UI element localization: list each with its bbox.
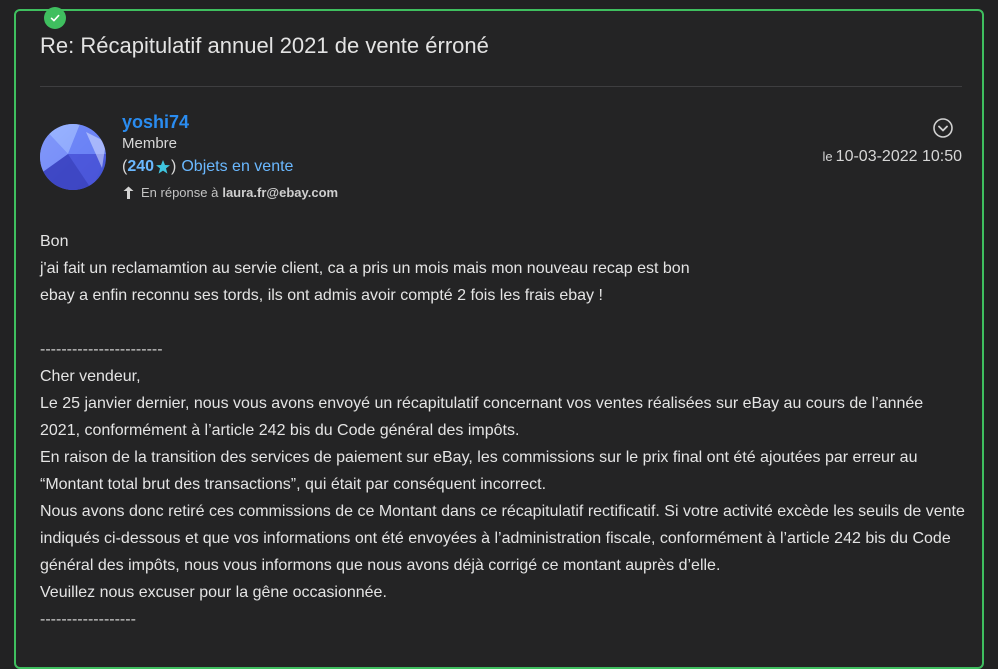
avatar[interactable] [40,124,106,190]
post-date: le 10-03-2022 10:50 [823,148,962,166]
body-line: Bon [40,233,69,250]
reply-prefix: En réponse à [141,185,219,200]
quoted-paragraph: Nous avons donc retiré ces commissions d… [40,503,965,574]
reply-target[interactable]: laura.fr@ebay.com [222,185,338,200]
quoted-paragraph: Le 25 janvier dernier, nous vous avons e… [40,395,924,439]
reply-arrow-icon [122,186,134,200]
quoted-line: Veuillez nous excuser pour la gêne occas… [40,584,387,601]
separator-bottom: ------------------ [40,611,136,628]
username-link[interactable]: yoshi74 [122,112,189,133]
body-line: j'ai fait un reclamamtion au servie clie… [40,260,690,277]
post-body: Bon j'ai fait un reclamamtion au servie … [40,228,965,633]
star-icon [155,159,171,175]
post-title: Re: Récapitulatif annuel 2021 de vente é… [40,33,489,58]
listings-link[interactable]: Objets en vente [181,158,293,176]
body-line: ebay a enfin reconnu ses tords, ils ont … [40,287,603,304]
reply-info: En réponse à laura.fr@ebay.com [122,185,338,200]
quoted-paragraph: En raison de la transition des services … [40,449,918,493]
date-prefix: le [822,149,833,164]
feedback-close-paren: ) [171,158,177,175]
quoted-line: Cher vendeur, [40,368,141,385]
date-value: 10-03-2022 10:50 [835,148,962,165]
separator-top: ----------------------- [40,341,163,358]
member-rank: Membre [122,135,178,152]
chevron-down-circle-icon[interactable] [932,117,954,139]
divider [40,86,962,87]
check-icon [44,7,66,29]
feedback-score[interactable]: 240 [127,158,154,176]
feedback-info: ( 240 ) Objets en vente [122,158,293,176]
